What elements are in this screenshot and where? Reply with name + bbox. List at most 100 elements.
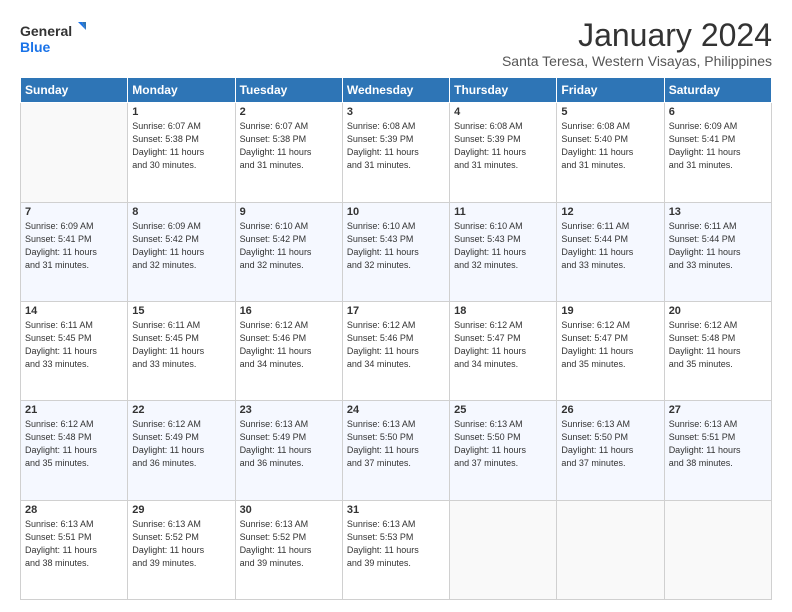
- calendar-cell: 27 Sunrise: 6:13 AMSunset: 5:51 PMDayligh…: [664, 401, 771, 500]
- day-number: 16: [240, 305, 338, 317]
- calendar-cell: 29Sunrise: 6:13 AMSunset: 5:52 PMDayligh…: [128, 500, 235, 599]
- day-number: 4: [454, 106, 552, 118]
- calendar-cell: 18 Sunrise: 6:12 AMSunset: 5:47 PMDayligh…: [450, 301, 557, 400]
- cell-content: Sunrise: 6:10 AMSunset: 5:43 PMDaylight:…: [454, 220, 552, 272]
- cell-content: Sunrise: 6:09 AMSunset: 5:41 PMDaylight:…: [25, 220, 123, 272]
- calendar-cell: [557, 500, 664, 599]
- day-number: 1: [132, 106, 230, 118]
- day-number: 26: [561, 404, 659, 416]
- week-row-3: 14 Sunrise: 6:11 AMSunset: 5:45 PMDayligh…: [21, 301, 772, 400]
- cell-content: Sunrise: 6:13 AMSunset: 5:50 PMDaylight:…: [347, 418, 445, 470]
- cell-content: Sunrise: 6:09 AMSunset: 5:42 PMDaylight:…: [132, 220, 230, 272]
- cell-content: Sunrise: 6:10 AMSunset: 5:43 PMDaylight:…: [347, 220, 445, 272]
- logo: GeneralBlue: [20, 18, 90, 58]
- day-number: 14: [25, 305, 123, 317]
- cell-content: Sunrise: 6:08 AMSunset: 5:40 PMDaylight:…: [561, 120, 659, 172]
- calendar-cell: 9 Sunrise: 6:10 AMSunset: 5:42 PMDaylight…: [235, 202, 342, 301]
- location: Santa Teresa, Western Visayas, Philippin…: [502, 53, 772, 69]
- calendar-cell: 22Sunrise: 6:12 AMSunset: 5:49 PMDayligh…: [128, 401, 235, 500]
- day-number: 7: [25, 206, 123, 218]
- calendar-cell: 15 Sunrise: 6:11 AMSunset: 5:45 PMDayligh…: [128, 301, 235, 400]
- day-header-monday: Monday: [128, 78, 235, 103]
- header-row: SundayMondayTuesdayWednesdayThursdayFrid…: [21, 78, 772, 103]
- calendar-cell: 4 Sunrise: 6:08 AMSunset: 5:39 PMDaylight…: [450, 103, 557, 202]
- calendar-cell: 23 Sunrise: 6:13 AMSunset: 5:49 PMDayligh…: [235, 401, 342, 500]
- day-number: 23: [240, 404, 338, 416]
- day-header-thursday: Thursday: [450, 78, 557, 103]
- day-number: 20: [669, 305, 767, 317]
- calendar-cell: 2Sunrise: 6:07 AMSunset: 5:38 PMDaylight…: [235, 103, 342, 202]
- day-number: 8: [132, 206, 230, 218]
- cell-content: Sunrise: 6:13 AMSunset: 5:53 PMDaylight:…: [347, 518, 445, 570]
- day-number: 15: [132, 305, 230, 317]
- week-row-4: 21 Sunrise: 6:12 AMSunset: 5:48 PMDayligh…: [21, 401, 772, 500]
- day-number: 10: [347, 206, 445, 218]
- day-number: 27: [669, 404, 767, 416]
- cell-content: Sunrise: 6:12 AMSunset: 5:48 PMDaylight:…: [25, 418, 123, 470]
- day-number: 6: [669, 106, 767, 118]
- day-number: 18: [454, 305, 552, 317]
- cell-content: Sunrise: 6:13 AMSunset: 5:50 PMDaylight:…: [454, 418, 552, 470]
- cell-content: Sunrise: 6:13 AMSunset: 5:50 PMDaylight:…: [561, 418, 659, 470]
- calendar-table: SundayMondayTuesdayWednesdayThursdayFrid…: [20, 77, 772, 600]
- week-row-1: 1 Sunrise: 6:07 AMSunset: 5:38 PMDaylight…: [21, 103, 772, 202]
- calendar-cell: 30Sunrise: 6:13 AMSunset: 5:52 PMDayligh…: [235, 500, 342, 599]
- day-header-wednesday: Wednesday: [342, 78, 449, 103]
- cell-content: Sunrise: 6:10 AMSunset: 5:42 PMDaylight:…: [240, 220, 338, 272]
- calendar-cell: 21 Sunrise: 6:12 AMSunset: 5:48 PMDayligh…: [21, 401, 128, 500]
- cell-content: Sunrise: 6:13 AMSunset: 5:51 PMDaylight:…: [669, 418, 767, 470]
- calendar-cell: 25Sunrise: 6:13 AMSunset: 5:50 PMDayligh…: [450, 401, 557, 500]
- svg-text:Blue: Blue: [20, 39, 51, 55]
- day-header-tuesday: Tuesday: [235, 78, 342, 103]
- calendar-cell: [21, 103, 128, 202]
- calendar-cell: [450, 500, 557, 599]
- cell-content: Sunrise: 6:11 AMSunset: 5:44 PMDaylight:…: [669, 220, 767, 272]
- calendar-cell: 26 Sunrise: 6:13 AMSunset: 5:50 PMDayligh…: [557, 401, 664, 500]
- day-number: 12: [561, 206, 659, 218]
- calendar-cell: [664, 500, 771, 599]
- header: GeneralBlue January 2024 Santa Teresa, W…: [20, 18, 772, 69]
- day-header-friday: Friday: [557, 78, 664, 103]
- calendar-cell: 3Sunrise: 6:08 AMSunset: 5:39 PMDaylight…: [342, 103, 449, 202]
- cell-content: Sunrise: 6:11 AMSunset: 5:45 PMDaylight:…: [25, 319, 123, 371]
- svg-text:General: General: [20, 23, 72, 39]
- calendar-cell: 13 Sunrise: 6:11 AMSunset: 5:44 PMDayligh…: [664, 202, 771, 301]
- day-number: 9: [240, 206, 338, 218]
- cell-content: Sunrise: 6:12 AMSunset: 5:46 PMDaylight:…: [347, 319, 445, 371]
- cell-content: Sunrise: 6:08 AMSunset: 5:39 PMDaylight:…: [454, 120, 552, 172]
- calendar-cell: 17 Sunrise: 6:12 AMSunset: 5:46 PMDayligh…: [342, 301, 449, 400]
- cell-content: Sunrise: 6:07 AMSunset: 5:38 PMDaylight:…: [132, 120, 230, 172]
- cell-content: Sunrise: 6:11 AMSunset: 5:45 PMDaylight:…: [132, 319, 230, 371]
- calendar-cell: 14 Sunrise: 6:11 AMSunset: 5:45 PMDayligh…: [21, 301, 128, 400]
- calendar-cell: 5 Sunrise: 6:08 AMSunset: 5:40 PMDaylight…: [557, 103, 664, 202]
- calendar-cell: 8 Sunrise: 6:09 AMSunset: 5:42 PMDaylight…: [128, 202, 235, 301]
- cell-content: Sunrise: 6:09 AMSunset: 5:41 PMDaylight:…: [669, 120, 767, 172]
- day-number: 17: [347, 305, 445, 317]
- cell-content: Sunrise: 6:12 AMSunset: 5:47 PMDaylight:…: [561, 319, 659, 371]
- cell-content: Sunrise: 6:11 AMSunset: 5:44 PMDaylight:…: [561, 220, 659, 272]
- calendar-cell: 1 Sunrise: 6:07 AMSunset: 5:38 PMDaylight…: [128, 103, 235, 202]
- cell-content: Sunrise: 6:07 AMSunset: 5:38 PMDaylight:…: [240, 120, 338, 172]
- calendar-cell: 11 Sunrise: 6:10 AMSunset: 5:43 PMDayligh…: [450, 202, 557, 301]
- cell-content: Sunrise: 6:13 AMSunset: 5:49 PMDaylight:…: [240, 418, 338, 470]
- cell-content: Sunrise: 6:13 AMSunset: 5:52 PMDaylight:…: [132, 518, 230, 570]
- calendar-cell: 28Sunrise: 6:13 AMSunset: 5:51 PMDayligh…: [21, 500, 128, 599]
- day-number: 21: [25, 404, 123, 416]
- cell-content: Sunrise: 6:08 AMSunset: 5:39 PMDaylight:…: [347, 120, 445, 172]
- logo-svg: GeneralBlue: [20, 18, 90, 58]
- day-number: 19: [561, 305, 659, 317]
- calendar-cell: 7 Sunrise: 6:09 AMSunset: 5:41 PMDaylight…: [21, 202, 128, 301]
- cell-content: Sunrise: 6:13 AMSunset: 5:52 PMDaylight:…: [240, 518, 338, 570]
- day-number: 11: [454, 206, 552, 218]
- calendar-cell: 10 Sunrise: 6:10 AMSunset: 5:43 PMDayligh…: [342, 202, 449, 301]
- page: GeneralBlue January 2024 Santa Teresa, W…: [0, 0, 792, 612]
- cell-content: Sunrise: 6:12 AMSunset: 5:46 PMDaylight:…: [240, 319, 338, 371]
- calendar-cell: 31Sunrise: 6:13 AMSunset: 5:53 PMDayligh…: [342, 500, 449, 599]
- cell-content: Sunrise: 6:12 AMSunset: 5:49 PMDaylight:…: [132, 418, 230, 470]
- title-block: January 2024 Santa Teresa, Western Visay…: [502, 18, 772, 69]
- month-title: January 2024: [502, 18, 772, 53]
- day-number: 13: [669, 206, 767, 218]
- day-number: 5: [561, 106, 659, 118]
- cell-content: Sunrise: 6:12 AMSunset: 5:47 PMDaylight:…: [454, 319, 552, 371]
- day-number: 28: [25, 504, 123, 516]
